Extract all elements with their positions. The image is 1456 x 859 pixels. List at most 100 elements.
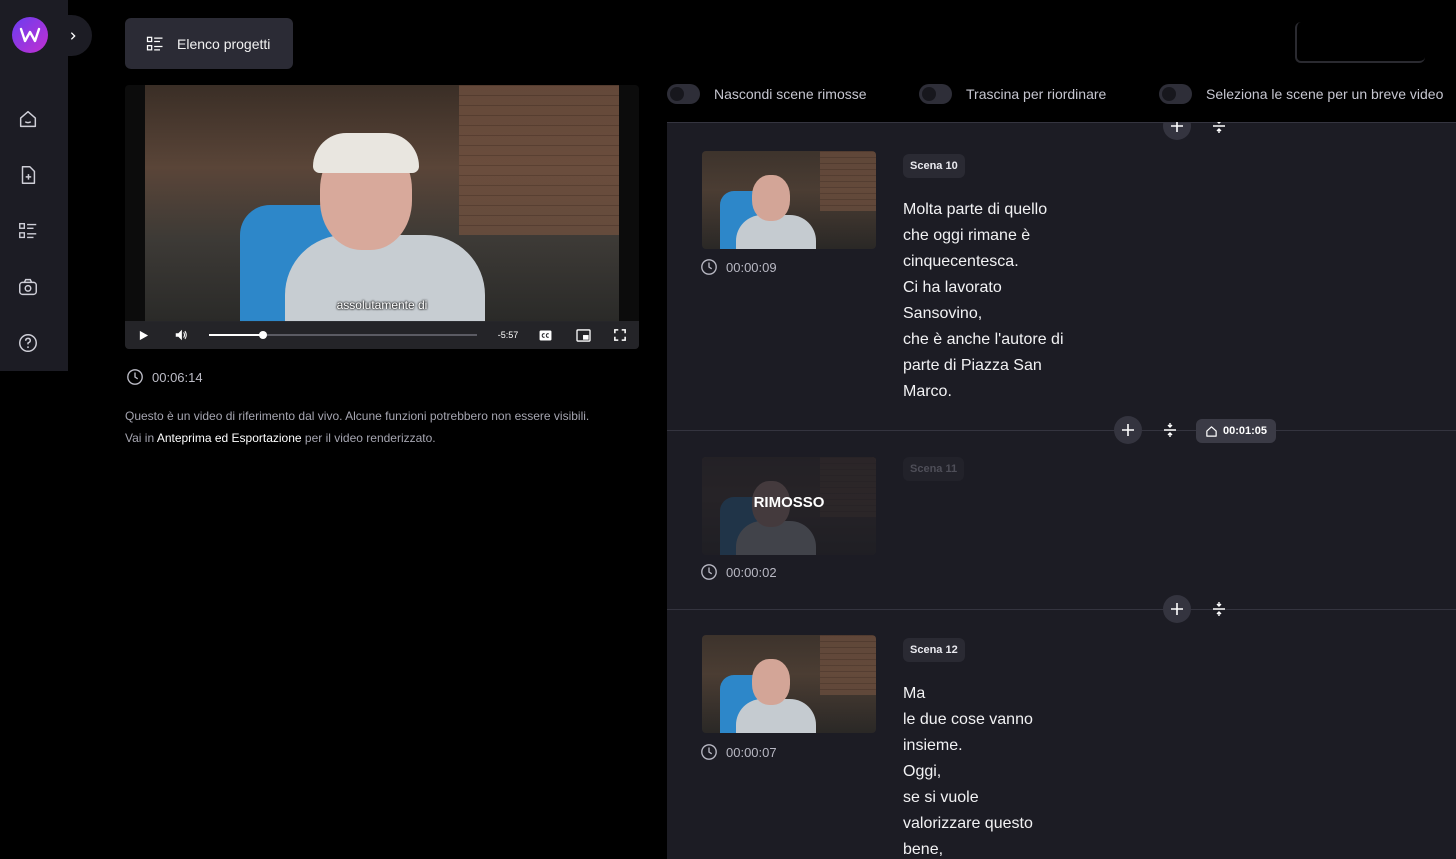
scene-duration-value: 00:00:09 <box>726 259 777 275</box>
transcript-line: Ci ha lavorato <box>903 279 1002 296</box>
hide-removed-toggle[interactable]: Nascondi scene rimosse <box>667 84 867 104</box>
scene-thumbnail[interactable] <box>702 635 876 733</box>
plus-icon <box>1122 424 1134 436</box>
seek-bar[interactable] <box>209 331 477 339</box>
note-suffix: per il video renderizzato. <box>304 431 436 445</box>
transcript-line: Ma <box>903 685 926 702</box>
select-short-switch[interactable] <box>1159 84 1192 104</box>
merge-split-button[interactable] <box>1209 122 1229 136</box>
video-frame <box>145 85 619 322</box>
projects-list-label: Elenco progetti <box>177 35 271 52</box>
seek-bar-fill <box>209 334 263 336</box>
transcript-line: parte di Piazza San <box>903 357 1042 374</box>
clock-icon <box>127 369 143 385</box>
transcript-line: Molta parte di quello <box>903 201 1048 218</box>
drag-reorder-switch[interactable] <box>919 84 952 104</box>
add-scene-button[interactable] <box>1114 416 1142 444</box>
volume-button[interactable] <box>172 327 190 343</box>
video-player[interactable]: assolutamente di -5:57 <box>125 85 639 349</box>
scene-duration: 00:00:09 <box>700 258 777 276</box>
video-subtitle: assolutamente di <box>336 298 428 312</box>
reference-video-note: Questo è un video di riferimento dal viv… <box>125 405 645 449</box>
chevron-right-icon <box>70 31 76 40</box>
transcript-line: le due cose vanno <box>903 711 1033 728</box>
drag-reorder-toggle[interactable]: Trascina per riordinare <box>919 84 1106 104</box>
transcript-line: Oggi, <box>903 763 942 780</box>
add-scene-button[interactable] <box>1163 122 1191 140</box>
scene-duration-value: 00:00:07 <box>726 744 777 760</box>
cumulative-duration-badge: 00:01:05 <box>1196 419 1277 443</box>
merge-split-button[interactable] <box>1160 420 1180 440</box>
transcript-line: che è anche l'autore di <box>903 331 1064 348</box>
scene-toggles: Nascondi scene rimosse Trascina per rior… <box>667 84 1456 108</box>
scene-transcript[interactable]: Ma le due cose vanno insieme. Oggi, se s… <box>903 681 1033 859</box>
picture-in-picture-button[interactable] <box>575 328 591 342</box>
clock-icon <box>701 744 717 760</box>
sidebar-expand-button[interactable] <box>48 15 92 56</box>
preview-export-link[interactable]: Anteprima ed Esportazione <box>157 431 302 445</box>
logo-w-icon <box>19 27 41 43</box>
hide-removed-label: Nascondi scene rimosse <box>714 86 867 102</box>
video-controls: -5:57 <box>125 321 639 349</box>
camera-icon <box>19 278 37 296</box>
app-logo[interactable] <box>12 17 48 53</box>
scene-duration: 00:00:07 <box>700 743 777 761</box>
captions-button[interactable] <box>538 329 552 341</box>
add-scene-button[interactable] <box>1163 595 1191 623</box>
scene-separator <box>667 609 1456 610</box>
sidebar-item-projects[interactable] <box>14 217 42 245</box>
play-icon <box>139 330 148 340</box>
list-icon <box>146 36 163 50</box>
transcript-line: insieme. <box>903 737 963 754</box>
play-button[interactable] <box>135 328 151 342</box>
scene-thumbnail-removed[interactable]: RIMOSSO <box>702 457 876 555</box>
fullscreen-icon <box>614 329 626 341</box>
split-icon <box>1213 122 1225 133</box>
transcript-line: cinquecentesca. <box>903 253 1019 270</box>
list-icon <box>19 222 37 239</box>
split-icon <box>1164 423 1176 437</box>
merge-split-button[interactable] <box>1209 599 1229 619</box>
seek-bar-handle[interactable] <box>258 331 267 339</box>
scene-thumbnail[interactable] <box>702 151 876 249</box>
clock-icon <box>701 259 717 275</box>
note-prefix: Vai in <box>125 431 155 445</box>
scene-badge: Scena 11 <box>903 457 965 481</box>
scenes-panel: 00:00:09 Scena 10 Molta parte di quello … <box>667 122 1456 859</box>
scene-transcript[interactable]: Molta parte di quello che oggi rimane è … <box>903 197 1064 405</box>
fullscreen-button[interactable] <box>613 328 627 342</box>
clock-icon <box>701 564 717 580</box>
note-line-1: Questo è un video di riferimento dal viv… <box>125 409 590 423</box>
home-icon <box>19 110 37 128</box>
split-icon <box>1213 602 1225 616</box>
transcript-line: che oggi rimane è <box>903 227 1031 244</box>
remaining-time: -5:57 <box>497 330 519 340</box>
sidebar-item-home[interactable] <box>14 105 42 133</box>
volume-icon <box>175 329 187 341</box>
scene-badge: Scena 10 <box>903 154 965 178</box>
picture-in-picture-icon <box>575 328 591 342</box>
transcript-line: bene, <box>903 841 944 858</box>
drag-reorder-label: Trascina per riordinare <box>966 86 1107 102</box>
video-duration-value: 00:06:14 <box>152 369 203 385</box>
video-duration: 00:06:14 <box>126 368 203 386</box>
captions-icon <box>539 329 551 341</box>
transcript-line: Sansovino, <box>903 305 983 322</box>
projects-list-button[interactable]: Elenco progetti <box>125 18 293 69</box>
scene-duration: 00:00:02 <box>700 563 777 581</box>
help-icon <box>19 334 37 352</box>
sidebar-item-help[interactable] <box>14 329 42 357</box>
top-right-action[interactable] <box>1295 22 1425 63</box>
sidebar-item-media[interactable] <box>14 273 42 301</box>
scene-duration-value: 00:00:02 <box>726 564 777 580</box>
hide-removed-switch[interactable] <box>667 84 700 104</box>
scene-badge: Scena 12 <box>903 638 965 662</box>
home-icon <box>1206 425 1217 437</box>
sidebar-item-new-project[interactable] <box>14 161 42 189</box>
select-short-label: Seleziona le scene per un breve video <box>1206 86 1444 102</box>
transcript-line: Marco. <box>903 383 952 400</box>
cumulative-duration-value: 00:01:05 <box>1223 425 1268 437</box>
new-document-icon <box>21 166 36 184</box>
note-line-2: Vai in Anteprima ed Esportazione per il … <box>125 427 645 449</box>
select-short-toggle[interactable]: Seleziona le scene per un breve video <box>1159 84 1443 104</box>
